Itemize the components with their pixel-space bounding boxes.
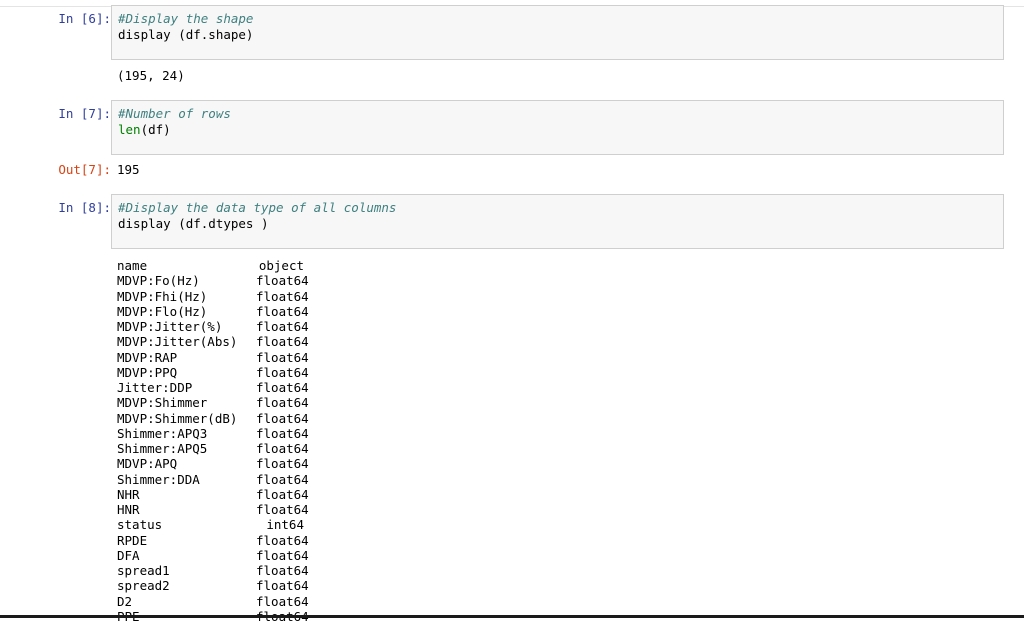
dtype-column-name: MDVP:Fhi(Hz) xyxy=(117,288,208,304)
code-editor[interactable]: #Number of rows len(df) xyxy=(111,100,1004,155)
code-builtin: len xyxy=(118,121,141,137)
output-prompt: Out[7]: xyxy=(58,162,111,177)
code-line: display (df.shape) xyxy=(118,26,254,42)
dtype-column-name: Shimmer:APQ3 xyxy=(117,425,208,441)
dtype-column-name: Shimmer:APQ5 xyxy=(117,441,208,456)
dtype-value: object xyxy=(258,258,304,273)
code-editor[interactable]: #Display the shape display (df.shape) xyxy=(111,5,1004,60)
dtype-value: float64 xyxy=(256,288,309,304)
code-line: (df) xyxy=(140,121,171,137)
dtype-value: float64 xyxy=(256,273,309,289)
dtype-value: float64 xyxy=(256,441,309,456)
dtype-column-name: D2 xyxy=(117,593,133,609)
dtype-value: float64 xyxy=(256,349,309,365)
dtype-column-name: NHR xyxy=(117,486,140,502)
dtype-value: float64 xyxy=(256,410,309,426)
dtype-value: float64 xyxy=(256,502,309,517)
dtype-value: float64 xyxy=(256,471,309,487)
dtype-column-name: HNR xyxy=(117,502,140,517)
dtype-column-name: MDVP:Jitter(Abs) xyxy=(117,334,238,350)
dtype-column-name: MDVP:Jitter(%) xyxy=(117,319,223,334)
dtype-value: float64 xyxy=(256,425,309,441)
dtype-value: float64 xyxy=(256,395,309,411)
dtype-value: float64 xyxy=(256,578,309,594)
code-comment: #Number of rows xyxy=(118,106,231,121)
dtype-value: float64 xyxy=(256,364,309,380)
dtype-column-name: Jitter:DDP xyxy=(117,380,193,395)
dtype-column-name: name xyxy=(117,258,148,273)
dtype-column-name: RPDE xyxy=(117,532,148,548)
dtype-column-name: MDVP:RAP xyxy=(117,349,178,365)
dtype-value: float64 xyxy=(256,380,309,395)
dtype-value: float64 xyxy=(256,547,309,563)
dtype-column-name: MDVP:Flo(Hz) xyxy=(117,303,208,319)
dtype-value: float64 xyxy=(256,303,309,319)
dtype-column-name: MDVP:APQ xyxy=(117,456,178,472)
dtype-column-name: MDVP:Shimmer xyxy=(117,395,208,411)
code-comment: #Display the data type of all columns xyxy=(118,200,397,215)
input-prompt: In [6]: xyxy=(58,11,111,26)
dtype-column-name: MDVP:Shimmer(dB) xyxy=(117,410,238,426)
dtype-column-name: MDVP:Fo(Hz) xyxy=(117,273,200,289)
cell-output: 195 xyxy=(117,162,140,177)
input-prompt: In [7]: xyxy=(58,106,111,121)
code-line: display (df.dtypes ) xyxy=(118,215,269,231)
dtype-column-name: spread2 xyxy=(117,578,170,594)
code-comment: #Display the shape xyxy=(118,11,254,26)
dtype-value: float64 xyxy=(256,456,309,472)
cell-output: (195, 24) xyxy=(117,68,185,83)
dtype-column-name: status xyxy=(117,517,163,533)
dtype-value: float64 xyxy=(256,319,309,334)
dtype-value: float64 xyxy=(256,334,309,350)
dtype-column-name: DFA xyxy=(117,547,140,563)
dtype-value: int64 xyxy=(266,517,304,533)
dtype-column-name: MDVP:PPQ xyxy=(117,364,178,380)
code-editor[interactable]: #Display the data type of all columns di… xyxy=(111,194,1004,249)
dtype-value: float64 xyxy=(256,532,309,548)
dtype-value: float64 xyxy=(256,593,309,609)
input-prompt: In [8]: xyxy=(58,200,111,215)
dtype-column-name: spread1 xyxy=(117,563,170,578)
dtype-value: float64 xyxy=(256,563,309,578)
dtype-value: float64 xyxy=(256,486,309,502)
dtype-column-name: Shimmer:DDA xyxy=(117,471,200,487)
